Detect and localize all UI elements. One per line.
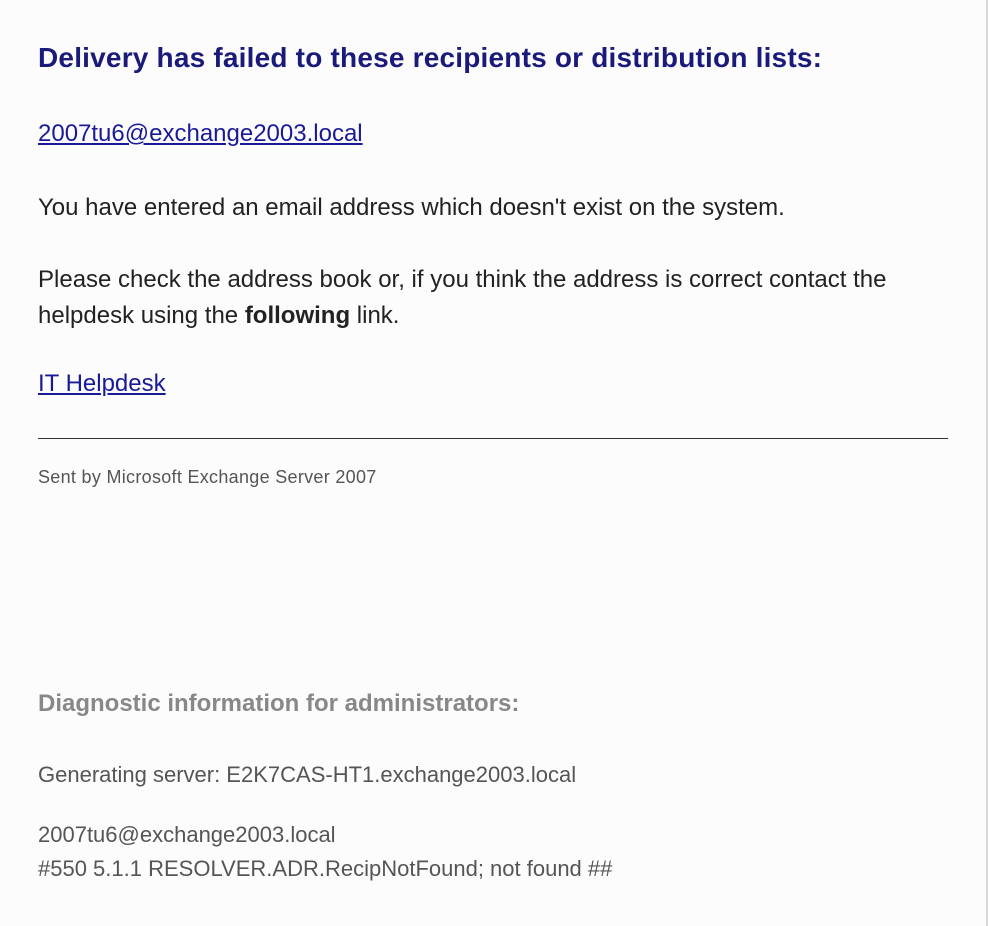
diagnostic-section: Diagnostic information for administrator… <box>38 690 948 886</box>
para2-pre: Please check the address book or, if you… <box>38 266 886 329</box>
diagnostic-heading: Diagnostic information for administrator… <box>38 690 948 718</box>
failure-headline: Delivery has failed to these recipients … <box>38 42 948 74</box>
explanation-text-2: Please check the address book or, if you… <box>38 262 948 334</box>
explanation-text-1: You have entered an email address which … <box>38 190 948 226</box>
diagnostic-recipient-line: 2007tu6@exchange2003.local <box>38 818 948 852</box>
para2-bold: following <box>245 302 350 329</box>
para2-post: link. <box>350 302 399 329</box>
sent-by-footer: Sent by Microsoft Exchange Server 2007 <box>38 467 948 488</box>
divider <box>38 438 948 439</box>
ndr-message-body: Delivery has failed to these recipients … <box>0 0 988 926</box>
failed-recipient-link[interactable]: 2007tu6@exchange2003.local <box>38 120 363 148</box>
diagnostic-error-line: #550 5.1.1 RESOLVER.ADR.RecipNotFound; n… <box>38 852 948 886</box>
it-helpdesk-link[interactable]: IT Helpdesk <box>38 370 166 398</box>
generating-server-line: Generating server: E2K7CAS-HT1.exchange2… <box>38 758 948 792</box>
